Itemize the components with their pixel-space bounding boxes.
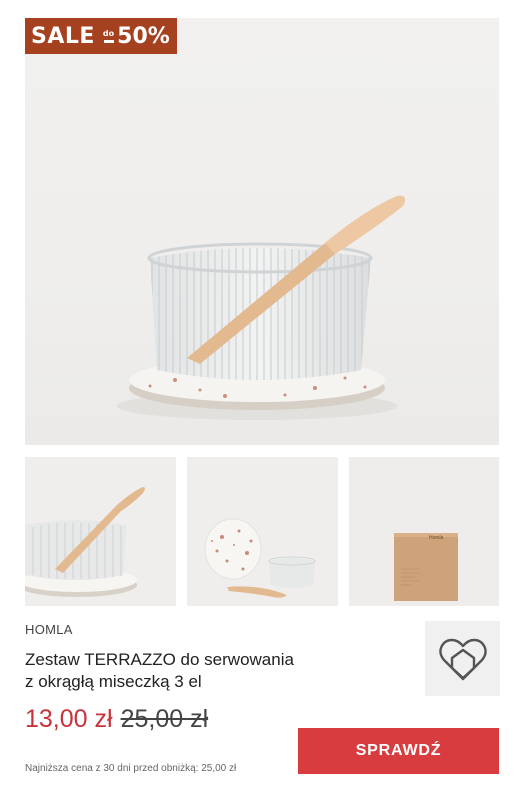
product-illustration bbox=[117, 195, 405, 420]
product-title[interactable]: Zestaw TERRAZZO do serwowania z okrągłą … bbox=[25, 649, 325, 693]
brand-logo[interactable] bbox=[425, 621, 500, 696]
thumbnail-flatlay-image bbox=[204, 518, 316, 598]
thumbnail-packaging-image: Homla bbox=[394, 533, 458, 601]
thumbnail-3[interactable]: Homla bbox=[349, 457, 499, 606]
heart-house-icon bbox=[438, 638, 487, 680]
thumbnail-1[interactable] bbox=[25, 457, 176, 606]
check-button[interactable]: SPRAWDŹ bbox=[298, 728, 499, 774]
product-brand[interactable]: HOMLA bbox=[25, 622, 73, 637]
thumbnail-bowl-image bbox=[25, 487, 145, 597]
sale-percent: 50% bbox=[117, 23, 170, 49]
thumbnail-2[interactable] bbox=[187, 457, 338, 606]
sale-badge: SALE do 50% bbox=[25, 18, 177, 54]
price-row: 13,00 zł 25,00 zł bbox=[25, 705, 208, 734]
sale-label: SALE bbox=[31, 23, 95, 49]
price-old: 25,00 zł bbox=[120, 705, 209, 733]
price-current: 13,00 zł bbox=[25, 705, 113, 733]
product-title-line-1: Zestaw TERRAZZO do serwowania bbox=[25, 650, 294, 669]
sale-upto-label: do bbox=[103, 29, 114, 43]
svg-text:Homla: Homla bbox=[429, 535, 444, 541]
main-product-image[interactable]: SALE do 50% bbox=[25, 18, 499, 445]
product-title-line-2: z okrągłą miseczką 3 el bbox=[25, 672, 202, 691]
lowest-price-note: Najniższa cena z 30 dni przed obniżką: 2… bbox=[25, 763, 237, 774]
